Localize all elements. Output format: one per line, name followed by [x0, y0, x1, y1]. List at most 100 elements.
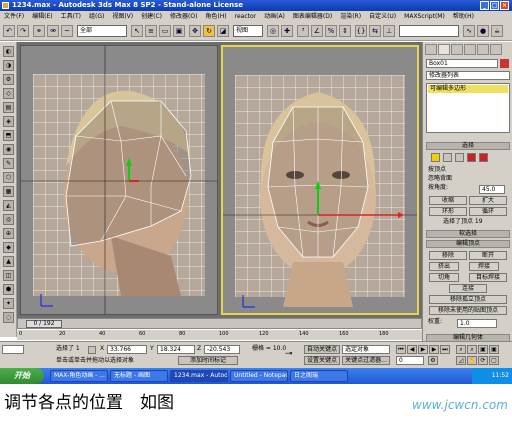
vertex-mode-icon[interactable] — [431, 153, 440, 162]
stack-item-editable-poly[interactable]: 可编辑多边形 — [428, 85, 508, 93]
remove-button[interactable]: 移除 — [429, 251, 467, 260]
viewport-left[interactable] — [20, 45, 218, 315]
auto-key-button[interactable]: 自动关键点 — [304, 345, 340, 354]
select-by-name-icon[interactable]: ≡ — [145, 25, 157, 37]
rectangular-selection-icon[interactable]: ▭ — [159, 25, 171, 37]
modify-tab-icon[interactable] — [438, 44, 450, 55]
named-selection-icon[interactable]: {} — [355, 25, 367, 37]
mirror-icon[interactable]: ⇆ — [369, 25, 381, 37]
tool-icon-16[interactable]: ▲ — [3, 256, 14, 267]
object-name-field[interactable]: Box01 — [426, 59, 498, 68]
ignore-backfacing-checkbox[interactable]: 忽略背面 — [428, 175, 452, 183]
weld-button[interactable]: 焊接 — [469, 262, 499, 271]
loop-button[interactable]: 循环 — [469, 207, 507, 216]
align-icon[interactable]: ⊥ — [383, 25, 395, 37]
set-key-button[interactable]: 设置关键点 — [304, 356, 340, 365]
maximize-viewport-icon[interactable]: ▢ — [489, 356, 499, 365]
modifier-list-dropdown[interactable]: 修改器列表 — [426, 71, 510, 80]
percent-snap-icon[interactable]: % — [325, 25, 337, 37]
tool-icon-10[interactable]: ⬡ — [3, 172, 14, 183]
menu-maxscript[interactable]: MAXScript(M) — [400, 11, 449, 22]
soft-selection-rollout-header[interactable]: 软选择 — [426, 230, 510, 238]
tool-icon-17[interactable]: ◫ — [3, 270, 14, 281]
tool-icon-6[interactable]: ◈ — [3, 116, 14, 127]
tool-icon-12[interactable]: ◭ — [3, 200, 14, 211]
edit-vertices-rollout-header[interactable]: 编辑顶点 — [426, 240, 510, 248]
angle-value-field[interactable]: 45.0 — [479, 185, 505, 194]
timeline-ruler[interactable]: 0 20 40 60 80 100 120 140 160 180 — [17, 330, 422, 340]
taskbar-item[interactable]: 日之阁瑞 — [290, 370, 348, 382]
tool-icon-5[interactable]: ▤ — [3, 102, 14, 113]
maxscript-listener-mini[interactable] — [2, 345, 24, 354]
select-rotate-icon[interactable]: ↻ — [203, 25, 215, 37]
tool-icon-14[interactable]: ⊕ — [3, 228, 14, 239]
menu-views[interactable]: 视图(V) — [108, 11, 137, 22]
tool-icon-19[interactable]: ✦ — [3, 298, 14, 309]
menu-rendering[interactable]: 渲染(R) — [336, 11, 365, 22]
render-icon[interactable]: ☕ — [491, 25, 503, 37]
zoom-extents-icon[interactable]: ▣ — [478, 345, 488, 354]
bind-space-warp-icon[interactable]: ~ — [61, 25, 73, 37]
arc-rotate-icon[interactable]: ⟳ — [478, 356, 488, 365]
taskbar-item[interactable]: Untitled - Notepad — [230, 370, 288, 382]
goto-start-icon[interactable]: ⏮ — [396, 345, 406, 354]
maximize-button[interactable]: □ — [490, 1, 499, 10]
extrude-button[interactable]: 挤出 — [429, 262, 459, 271]
spinner-snap-icon[interactable]: ⇕ — [339, 25, 351, 37]
time-slider-thumb[interactable]: 0 / 192 — [26, 320, 62, 328]
tool-icon-1[interactable]: ◐ — [3, 46, 14, 57]
chamfer-button[interactable]: 切角 — [429, 273, 459, 282]
motion-tab-icon[interactable] — [464, 44, 476, 55]
edge-mode-icon[interactable] — [443, 153, 452, 162]
next-frame-icon[interactable]: ▶ — [429, 345, 439, 354]
menu-tools[interactable]: 工具(T) — [57, 11, 85, 22]
y-coordinate-field[interactable]: 18.324 — [157, 345, 195, 354]
field-of-view-icon[interactable]: ◿ — [456, 356, 466, 365]
grow-button[interactable]: 扩大 — [469, 196, 507, 205]
key-filter-selection-dropdown[interactable]: 选定对象 — [342, 345, 390, 354]
remove-unused-map-verts-button[interactable]: 移除未使用的贴图顶点 — [429, 306, 507, 315]
tool-icon-2[interactable]: ◑ — [3, 60, 14, 71]
select-move-icon[interactable]: ✥ — [189, 25, 201, 37]
menu-modifiers[interactable]: 修改器(O) — [166, 11, 201, 22]
pan-icon[interactable]: ✋ — [467, 356, 477, 365]
goto-end-icon[interactable]: ⏭ — [440, 345, 450, 354]
menu-file[interactable]: 文件(F) — [0, 11, 28, 22]
previous-frame-icon[interactable]: ◀ — [407, 345, 417, 354]
selection-rollout-header[interactable]: 选择 — [426, 142, 510, 150]
time-slider[interactable]: 0 / 192 — [17, 318, 422, 329]
tool-icon-4[interactable]: ◇ — [3, 88, 14, 99]
key-filters-button[interactable]: 关键点过滤器... — [342, 356, 390, 365]
close-button[interactable]: × — [500, 1, 509, 10]
tool-icon-15[interactable]: ◆ — [3, 242, 14, 253]
tool-icon-18[interactable]: ⬢ — [3, 284, 14, 295]
snap-toggle-icon[interactable]: ³ — [297, 25, 309, 37]
by-vertex-checkbox[interactable]: 按顶点 — [428, 166, 446, 174]
minimize-button[interactable]: _ — [480, 1, 489, 10]
taskbar-item[interactable]: 1234.max - Autod... — [170, 370, 228, 382]
tool-icon-20[interactable]: ◌ — [3, 312, 14, 323]
unlink-icon[interactable]: ⚮ — [47, 25, 59, 37]
ring-button[interactable]: 环形 — [429, 207, 467, 216]
shrink-button[interactable]: 收缩 — [429, 196, 467, 205]
menu-edit[interactable]: 编辑(E) — [28, 11, 56, 22]
target-weld-button[interactable]: 目标焊接 — [469, 273, 507, 282]
x-coordinate-field[interactable]: 33.766 — [107, 345, 147, 354]
select-manipulate-icon[interactable]: ✚ — [281, 25, 293, 37]
time-config-icon[interactable]: ⚙ — [428, 356, 438, 365]
zoom-all-icon[interactable]: ⌕ — [467, 345, 477, 354]
weight-value-field[interactable]: 1.0 — [457, 319, 497, 328]
z-coordinate-field[interactable]: -20.543 — [204, 345, 240, 354]
menu-customize[interactable]: 自定义(U) — [365, 11, 400, 22]
zoom-icon[interactable]: ⌕ — [456, 345, 466, 354]
select-object-icon[interactable]: ↖ — [131, 25, 143, 37]
select-scale-icon[interactable]: ◪ — [217, 25, 229, 37]
add-time-tag-button[interactable]: 添加时间标记 — [178, 356, 238, 365]
by-angle-checkbox[interactable]: 按角度: — [428, 184, 448, 192]
remove-isolated-vertices-button[interactable]: 移除孤立顶点 — [429, 295, 507, 304]
hierarchy-tab-icon[interactable] — [451, 44, 463, 55]
named-selection-sets-dropdown[interactable] — [399, 25, 459, 37]
reference-coordinate-dropdown[interactable]: 视图 — [233, 25, 263, 37]
play-icon[interactable]: ▶ — [418, 345, 428, 354]
utilities-tab-icon[interactable] — [490, 44, 502, 55]
